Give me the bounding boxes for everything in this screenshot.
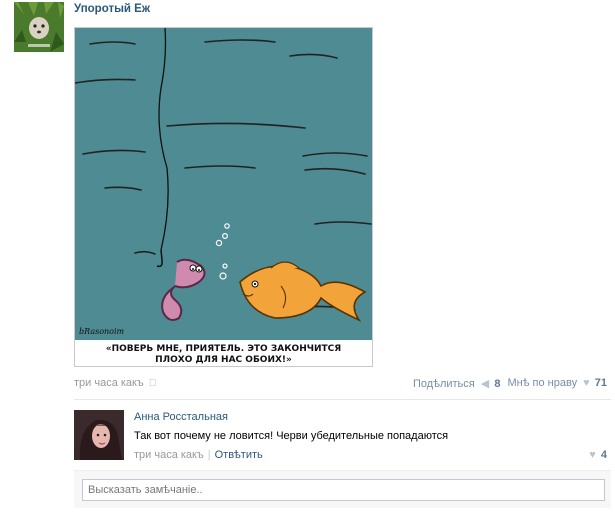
megaphone-icon: ◀ bbox=[480, 378, 490, 390]
cartoon-caption-line-1: «ПОВЕРЬ МНЕ, ПРИЯТЕЛЬ. ЭТО ЗАКОНЧИТСЯ bbox=[105, 344, 342, 354]
share-button[interactable]: Подѣлиться ◀ 8 bbox=[413, 377, 500, 390]
like-count: 71 bbox=[594, 377, 607, 389]
like-button[interactable]: Мнѣ по нраву ♥ 71 bbox=[508, 377, 607, 389]
comment-text: Так вот почему не ловится! Черви убедите… bbox=[134, 430, 449, 442]
cartoon-signature: bRasonoim bbox=[79, 327, 125, 336]
comment-author-avatar[interactable] bbox=[74, 410, 124, 460]
hedgehog-avatar-image bbox=[14, 2, 64, 52]
comment-avatar-photo bbox=[74, 410, 124, 460]
post-time-link[interactable]: три часа какъ bbox=[74, 377, 144, 389]
post-author-link[interactable]: Упоротый Еж bbox=[74, 3, 150, 15]
post-footer: три часа какъ  Подѣлиться ◀ 8 Мнѣ по нр… bbox=[74, 377, 607, 391]
comment-like-button[interactable]: ♥ 4 bbox=[586, 449, 607, 461]
like-label: Мнѣ по нраву bbox=[507, 377, 578, 389]
apple-icon:  bbox=[149, 378, 157, 389]
comment-reply-link[interactable]: Отвѣтить bbox=[215, 449, 263, 461]
share-label: Подѣлиться bbox=[413, 378, 475, 390]
share-count: 8 bbox=[494, 378, 501, 390]
comment-time-link[interactable]: три часа какъ bbox=[134, 449, 204, 461]
comment-author-link[interactable]: Анна Росстальная bbox=[134, 411, 228, 423]
fishing-cartoon-illustration: bRasonoim bbox=[75, 28, 372, 340]
comments-divider bbox=[74, 399, 611, 400]
comment-separator: | bbox=[207, 449, 211, 461]
heart-icon: ♥ bbox=[589, 449, 596, 461]
comment-footer: три часа какъ | Отвѣтить bbox=[134, 449, 263, 461]
author-avatar[interactable] bbox=[14, 2, 64, 52]
cartoon-caption-line-2: ПЛОХО ДЛЯ НАС ОБОИХ!» bbox=[155, 355, 292, 365]
comment-input[interactable] bbox=[82, 479, 605, 501]
post-image[interactable]: bRasonoim «ПОВЕРЬ МНЕ, ПРИЯТЕЛЬ. ЭТО ЗАК… bbox=[74, 27, 373, 367]
comment-like-count: 4 bbox=[600, 449, 607, 461]
comment-reply-area bbox=[74, 470, 611, 508]
heart-icon: ♥ bbox=[583, 377, 590, 389]
cartoon-caption: «ПОВЕРЬ МНЕ, ПРИЯТЕЛЬ. ЭТО ЗАКОНЧИТСЯ ПЛ… bbox=[75, 344, 372, 366]
